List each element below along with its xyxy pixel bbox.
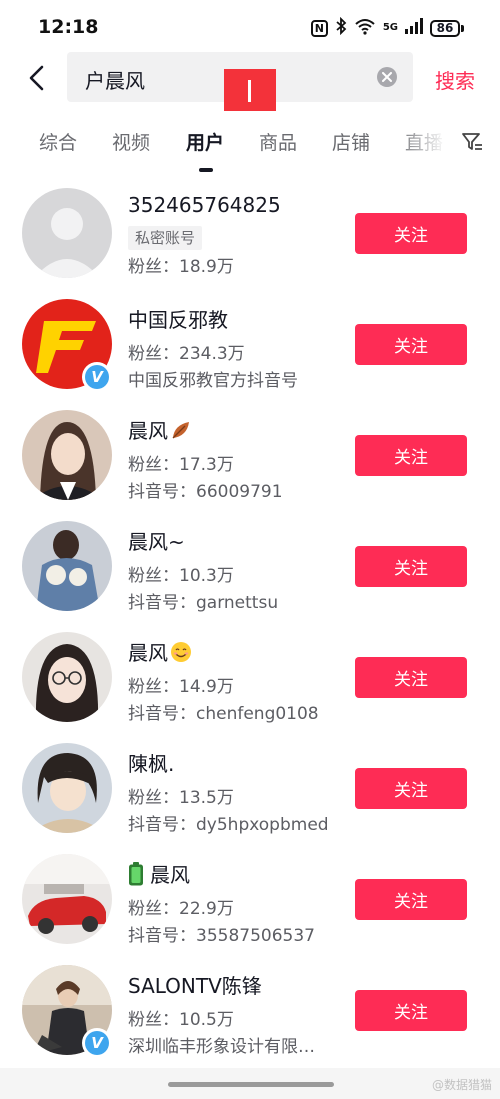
status-time: 12:18	[38, 16, 99, 38]
tab-products[interactable]: 商品	[259, 128, 297, 155]
watermark: @数据猎猫	[431, 1078, 492, 1092]
follower-count: 粉丝：17.3万	[128, 455, 234, 475]
home-indicator[interactable]	[168, 1082, 334, 1087]
user-name[interactable]: 晨风~	[128, 526, 185, 555]
follow-button[interactable]: 关注	[355, 546, 467, 587]
user-name[interactable]: SALONTV陈锋	[128, 970, 262, 999]
user-name[interactable]: 晨风	[128, 637, 192, 666]
user-result-row[interactable]: 晨风 粉丝：14.9万 抖音号：chenfeng0108 关注	[0, 624, 500, 735]
follower-count: 粉丝：10.5万	[128, 1010, 234, 1030]
user-name[interactable]: 352465764825	[128, 193, 281, 217]
redaction-block	[224, 69, 276, 111]
user-result-row[interactable]: 晨风~ 粉丝：10.3万 抖音号：garnettsu 关注	[0, 513, 500, 624]
user-result-row[interactable]: 晨风 粉丝：17.3万 抖音号：66009791 关注	[0, 402, 500, 513]
user-name[interactable]: 晨风	[128, 859, 190, 888]
follow-button[interactable]: 关注	[355, 879, 467, 920]
user-result-row[interactable]: 352465764825 私密账号 粉丝：18.9万 关注	[0, 180, 500, 291]
avatar-photo[interactable]	[22, 854, 112, 944]
user-description: 深圳临丰形象设计有限…	[128, 1037, 315, 1057]
status-icons: N 5G 86	[310, 16, 464, 39]
bottom-bar: @数据猎猫	[0, 1068, 500, 1099]
douyin-id: 抖音号：dy5hpxopbmed	[128, 815, 329, 835]
douyin-id: 抖音号：chenfeng0108	[128, 704, 319, 724]
battery-level: 86	[430, 19, 460, 37]
verified-badge-icon: V	[82, 362, 112, 392]
smiling-face-icon	[171, 642, 191, 662]
tab-videos[interactable]: 视频	[112, 128, 150, 155]
tab-users[interactable]: 用户	[186, 128, 224, 155]
follow-button[interactable]: 关注	[355, 990, 467, 1031]
follower-count: 粉丝：234.3万	[128, 344, 245, 364]
follow-button[interactable]: 关注	[355, 324, 467, 365]
follow-button[interactable]: 关注	[355, 435, 467, 476]
private-account-tag: 私密账号	[128, 226, 203, 250]
fallen-leaf-icon	[172, 422, 189, 439]
follower-count: 粉丝：22.9万	[128, 899, 234, 919]
search-query-text[interactable]: 户晨风	[85, 65, 145, 94]
avatar-photo[interactable]	[22, 632, 112, 722]
follower-count: 粉丝：14.9万	[128, 677, 234, 697]
user-name[interactable]: 晨风	[128, 415, 192, 444]
tab-comprehensive[interactable]: 综合	[39, 128, 77, 155]
user-description: 中国反邪教官方抖音号	[128, 371, 298, 391]
user-name[interactable]: 陳枫.	[128, 748, 174, 777]
douyin-id: 抖音号：35587506537	[128, 926, 315, 946]
verified-badge-icon: V	[82, 1028, 112, 1058]
follower-count: 粉丝：18.9万	[128, 257, 234, 277]
user-result-row[interactable]: 晨风 粉丝：22.9万 抖音号：35587506537 关注	[0, 846, 500, 957]
search-input[interactable]: 户晨风	[67, 52, 413, 111]
battery-icon: 86	[430, 19, 464, 37]
tab-scroll-fade	[395, 120, 455, 164]
clear-search-icon[interactable]	[377, 67, 397, 87]
back-arrow-icon[interactable]	[24, 64, 52, 92]
avatar-anime[interactable]	[22, 743, 112, 833]
douyin-id: 抖音号：garnettsu	[128, 593, 279, 613]
follower-count: 粉丝：13.5万	[128, 788, 234, 808]
status-bar: 12:18 N 5G 86	[0, 0, 500, 52]
follow-button[interactable]: 关注	[355, 213, 467, 254]
nfc-icon: N	[310, 19, 328, 37]
douyin-id: 抖音号：66009791	[128, 482, 283, 502]
filter-icon[interactable]	[461, 131, 483, 153]
tab-shops[interactable]: 店铺	[332, 128, 370, 155]
follow-button[interactable]: 关注	[355, 657, 467, 698]
avatar-photo[interactable]	[22, 410, 112, 500]
user-result-row[interactable]: V 中国反邪教 粉丝：234.3万 中国反邪教官方抖音号 关注	[0, 291, 500, 402]
signal-icon	[405, 18, 423, 38]
avatar-default[interactable]	[22, 188, 112, 278]
network-type-label: 5G	[382, 22, 398, 33]
wifi-icon	[354, 17, 376, 39]
search-button[interactable]: 搜索	[435, 65, 475, 94]
bluetooth-icon	[335, 16, 347, 39]
search-tabs: 综合 视频 用户 商品 店铺 直播	[0, 120, 500, 180]
battery-icon	[129, 862, 143, 886]
user-result-row[interactable]: 陳枫. 粉丝：13.5万 抖音号：dy5hpxopbmed 关注	[0, 735, 500, 846]
user-name[interactable]: 中国反邪教	[128, 304, 228, 333]
follower-count: 粉丝：10.3万	[128, 566, 234, 586]
follow-button[interactable]: 关注	[355, 768, 467, 809]
active-tab-indicator	[199, 168, 213, 172]
search-header: 户晨风 搜索	[0, 52, 500, 111]
avatar-photo[interactable]	[22, 521, 112, 611]
user-result-row[interactable]: V SALONTV陈锋 粉丝：10.5万 深圳临丰形象设计有限… 关注	[0, 957, 500, 1068]
